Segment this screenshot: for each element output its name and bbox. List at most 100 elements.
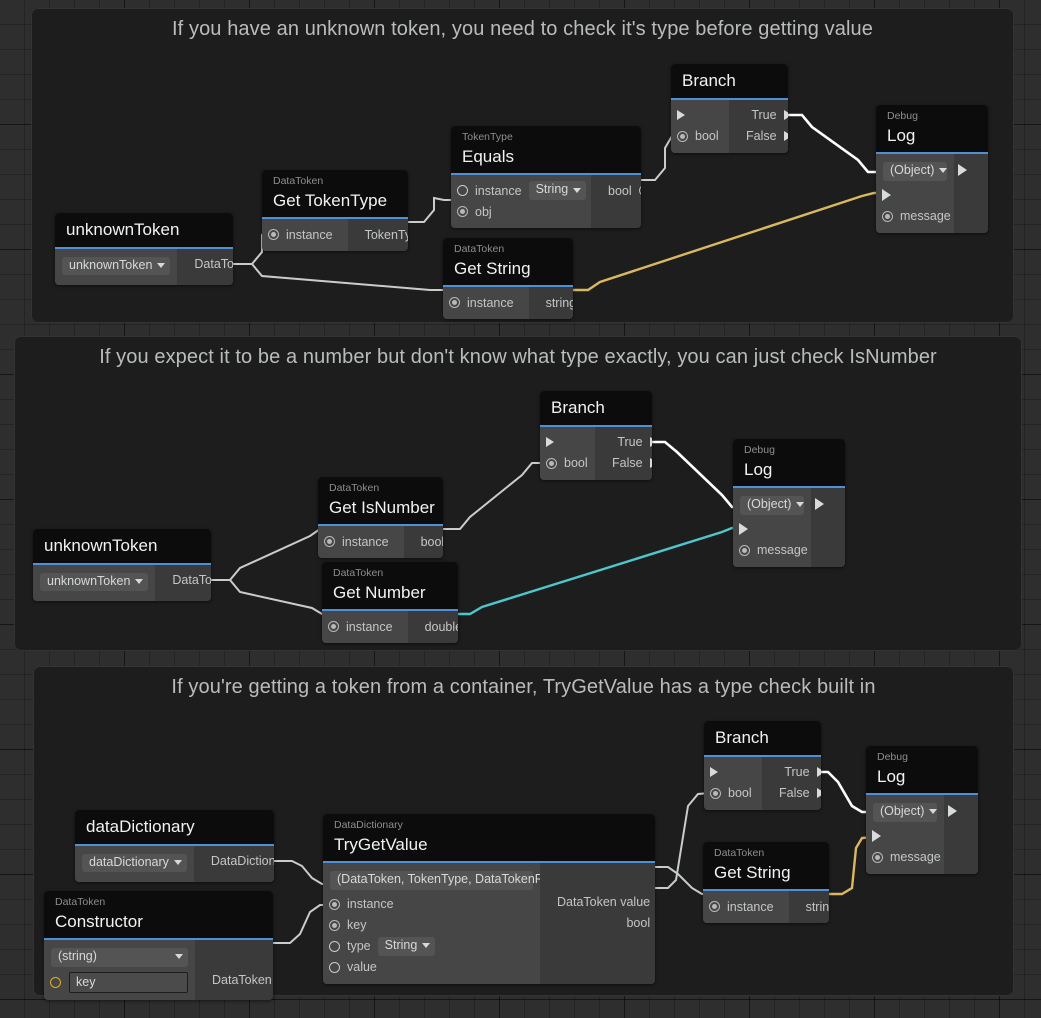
object-dropdown[interactable]: (Object) (873, 803, 938, 822)
input-row-instance[interactable]: instance (703, 896, 789, 917)
input-row-exec[interactable] (866, 826, 944, 847)
input-row-key[interactable]: key (44, 971, 195, 994)
output-row-datadictionary[interactable]: DataDictionary (194, 851, 274, 872)
exec-in-icon[interactable] (710, 767, 718, 778)
input-row-instance[interactable]: instance (322, 616, 408, 637)
exec-in-icon[interactable] (546, 437, 554, 448)
port-in-key[interactable] (329, 919, 340, 931)
output-row-false[interactable]: False (595, 453, 652, 474)
input-row-bool[interactable]: bool (540, 453, 595, 474)
exec-in-icon[interactable] (739, 523, 748, 536)
signature-dropdown[interactable]: (DataToken, TokenType, DataTokenRef) (330, 871, 572, 890)
node-debug-log-1[interactable]: Debug Log (Object) message (876, 105, 988, 233)
exec-out-true-icon[interactable] (816, 767, 821, 778)
input-row-exec[interactable] (876, 185, 954, 206)
port-in-instance[interactable] (328, 621, 339, 633)
input-row-exec[interactable] (671, 105, 729, 126)
type-dropdown[interactable]: String (377, 936, 436, 956)
node-get-string-1[interactable]: DataToken Get String instance string (443, 238, 573, 320)
output-row-true[interactable]: True (729, 105, 788, 126)
input-row-message[interactable]: message (876, 206, 954, 227)
input-row-exec[interactable] (540, 432, 595, 453)
input-row-type[interactable]: type String (323, 936, 540, 957)
port-in-message[interactable] (739, 544, 750, 556)
input-row-obj[interactable]: obj (451, 201, 591, 222)
input-row-value[interactable]: value (323, 957, 540, 978)
input-row-instance[interactable]: instance String (451, 180, 591, 201)
port-in-obj[interactable] (457, 206, 468, 218)
output-row-datatoken[interactable]: DataToken (155, 570, 211, 591)
port-in-instance[interactable] (329, 898, 340, 910)
node-branch-1[interactable]: Branch bool True False (671, 64, 788, 153)
output-row-false[interactable]: False (762, 783, 821, 804)
exec-in-icon[interactable] (872, 830, 881, 843)
port-in-bool[interactable] (677, 130, 688, 142)
object-dropdown[interactable]: (Object) (740, 496, 805, 515)
output-row-bool[interactable]: bool (591, 180, 641, 201)
output-row-bool[interactable]: bool (404, 531, 443, 552)
port-in-message[interactable] (882, 210, 893, 222)
input-row-message[interactable]: message (866, 847, 944, 868)
exec-in-icon[interactable] (882, 189, 891, 202)
variable-dropdown[interactable]: unknownToken (62, 256, 171, 276)
node-branch-3[interactable]: Branch bool True False (704, 721, 821, 810)
port-in-message[interactable] (872, 851, 883, 863)
graph-canvas[interactable]: If you have an unknown token, you need t… (0, 0, 1041, 1018)
exec-out-false-icon[interactable] (783, 131, 788, 142)
port-out-bool[interactable] (638, 185, 641, 197)
output-row-datatoken-value[interactable]: DataToken value (540, 891, 655, 912)
output-row-true[interactable]: True (762, 762, 821, 783)
exec-out-icon[interactable] (948, 804, 957, 817)
output-row-double[interactable]: double (408, 616, 458, 637)
port-in-instance[interactable] (457, 185, 468, 197)
port-in-key[interactable] (50, 976, 61, 988)
input-row-bool[interactable]: bool (704, 783, 762, 804)
output-row-datatoken[interactable]: DataToken (177, 254, 233, 275)
exec-out-true-icon[interactable] (649, 437, 652, 448)
port-in-instance[interactable] (449, 297, 460, 309)
input-row-exec[interactable] (704, 762, 762, 783)
variable-dropdown[interactable]: unknownToken (40, 572, 149, 592)
output-row-string[interactable]: string (789, 896, 829, 917)
exec-out-false-icon[interactable] (816, 788, 821, 799)
input-row-instance[interactable]: instance (262, 224, 348, 245)
node-try-get-value[interactable]: DataDictionary TryGetValue (DataToken, T… (323, 814, 655, 984)
exec-out-true-icon[interactable] (783, 110, 788, 121)
group-panel-is-number[interactable]: If you expect it to be a number but don'… (14, 336, 1022, 651)
output-row-false[interactable]: False (729, 126, 788, 147)
input-row-exec[interactable] (733, 519, 811, 540)
node-data-dictionary-var[interactable]: dataDictionary dataDictionary DataDictio… (75, 810, 274, 883)
port-in-instance[interactable] (324, 536, 335, 548)
output-row-datatoken[interactable]: DataToken (195, 969, 273, 990)
node-get-token-type[interactable]: DataToken Get TokenType instance TokenTy… (262, 170, 408, 252)
node-get-is-number[interactable]: DataToken Get IsNumber instance bool (318, 477, 443, 559)
node-debug-log-2[interactable]: Debug Log (Object) message (733, 439, 845, 567)
input-row-bool[interactable]: bool (671, 126, 729, 147)
node-branch-2[interactable]: Branch bool True False (540, 391, 652, 480)
key-text-field[interactable]: key (69, 971, 188, 993)
output-row-exec[interactable] (944, 800, 978, 821)
port-in-instance[interactable] (709, 901, 720, 913)
object-dropdown[interactable]: (Object) (883, 162, 948, 181)
node-get-number[interactable]: DataToken Get Number instance double (322, 562, 458, 644)
input-row-message[interactable]: message (733, 540, 811, 561)
port-in-instance[interactable] (268, 229, 279, 241)
output-row-tokentype[interactable]: TokenType (348, 224, 408, 245)
variable-dropdown[interactable]: dataDictionary (82, 853, 187, 873)
port-in-value[interactable] (329, 961, 340, 973)
port-in-bool[interactable] (710, 787, 721, 799)
input-row-instance[interactable]: instance (318, 531, 404, 552)
string-type-dropdown[interactable]: (string) (51, 948, 188, 967)
type-dropdown[interactable]: String (528, 181, 587, 200)
input-row-key[interactable]: key (323, 915, 540, 936)
node-unknown-token-1[interactable]: unknownToken unknownToken DataToken (55, 213, 233, 286)
output-row-bool[interactable]: bool (540, 912, 655, 933)
output-row-true[interactable]: True (595, 432, 652, 453)
node-unknown-token-2[interactable]: unknownToken unknownToken DataToken (33, 529, 211, 602)
output-row-string[interactable]: string (529, 292, 573, 313)
node-equals[interactable]: TokenType Equals instance String obj boo… (451, 126, 641, 229)
node-constructor[interactable]: DataToken Constructor (string) key DataT (44, 891, 273, 1000)
output-row-exec[interactable] (811, 493, 845, 514)
port-in-bool[interactable] (546, 457, 557, 469)
port-in-type[interactable] (329, 940, 340, 952)
